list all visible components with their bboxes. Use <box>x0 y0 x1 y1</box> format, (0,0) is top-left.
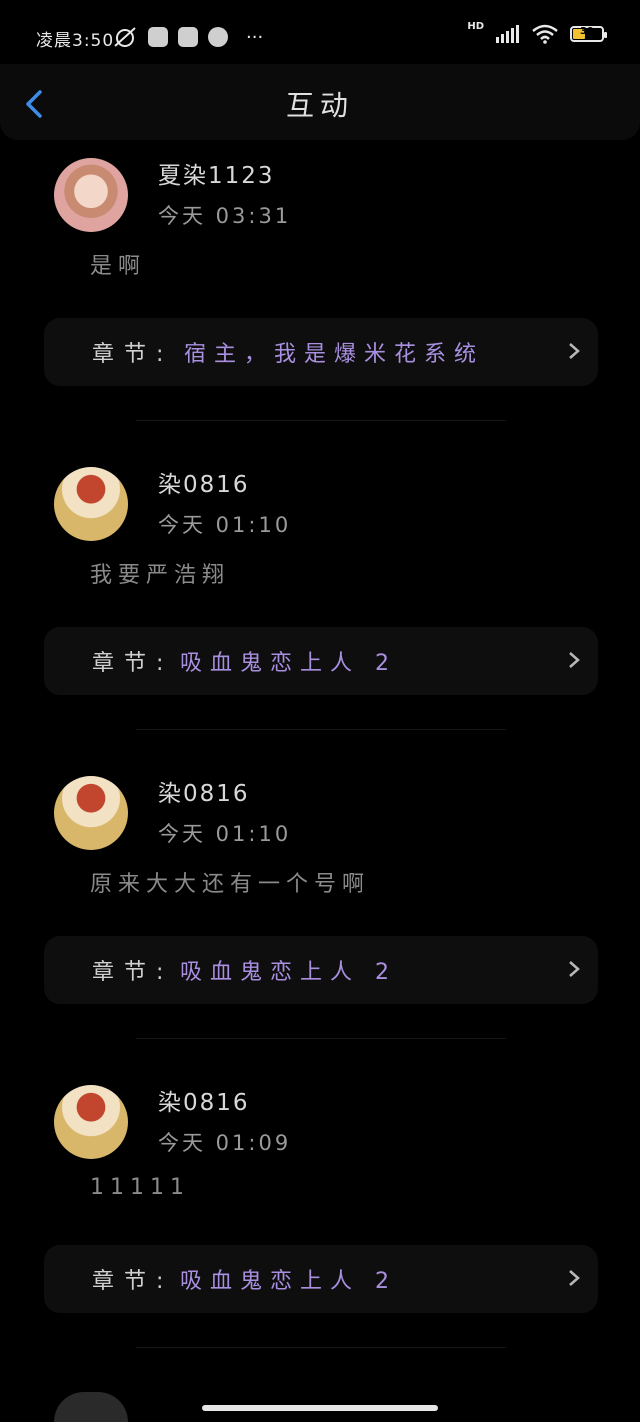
wifi-icon <box>532 24 558 44</box>
comment-text: 我要严浩翔 <box>90 563 231 588</box>
comment-time: 今天 01:09 <box>158 1131 292 1155</box>
tiktok-icon <box>208 27 228 47</box>
divider <box>136 1038 506 1039</box>
signal-icon <box>496 25 519 43</box>
divider <box>136 1347 506 1348</box>
chapter-prefix: 章节: <box>92 651 174 676</box>
divider <box>136 729 506 730</box>
chevron-right-icon <box>569 652 580 668</box>
home-indicator[interactable] <box>202 1405 438 1411</box>
status-time: 凌晨3:50 <box>36 31 115 51</box>
avatar[interactable] <box>54 1392 128 1422</box>
comment-time: 今天 01:10 <box>158 513 292 537</box>
chevron-right-icon <box>569 343 580 359</box>
status-right: HD 39 <box>467 20 607 44</box>
chapter-title: 吸血鬼恋上人 2 <box>180 960 397 985</box>
chevron-right-icon <box>569 961 580 977</box>
divider <box>136 420 506 421</box>
battery-icon: 39 <box>570 26 607 42</box>
avatar[interactable] <box>54 1085 128 1159</box>
username[interactable]: 夏染1123 <box>158 156 275 190</box>
chapter-prefix: 章节: <box>92 342 174 367</box>
chapter-prefix: 章节: <box>92 960 174 985</box>
avatar[interactable] <box>54 467 128 541</box>
list-item[interactable]: 夏染1123 今天 03:31 是啊 章节: 宿主，我是爆米花系统 <box>0 150 640 459</box>
list-item[interactable]: 染0816 今天 01:10 我要严浩翔 章节: 吸血鬼恋上人 2 <box>0 459 640 768</box>
chevron-right-icon <box>569 1270 580 1286</box>
chapter-link[interactable]: 章节: 吸血鬼恋上人 2 <box>44 1245 598 1313</box>
username[interactable]: 染0816 <box>158 774 250 808</box>
avatar[interactable] <box>54 776 128 850</box>
hd-badge: HD <box>467 20 484 32</box>
comment-time: 今天 01:10 <box>158 822 292 846</box>
top-app-bar: 互动 <box>0 64 640 140</box>
comment-text: 原来大大还有一个号啊 <box>90 872 371 897</box>
comment-time: 今天 03:31 <box>158 204 292 228</box>
avatar[interactable] <box>54 158 128 232</box>
username[interactable]: 染0816 <box>158 465 250 499</box>
chapter-link[interactable]: 章节: 吸血鬼恋上人 2 <box>44 936 598 1004</box>
status-bar: 凌晨3:50 ··· HD 39 <box>0 0 640 72</box>
app-notification-icon <box>178 27 198 47</box>
page-title: 互动 <box>285 89 354 122</box>
app-notification-icon <box>148 27 168 47</box>
comment-text: 11111 <box>90 1175 190 1200</box>
list-item[interactable]: 染0816 今天 01:09 11111 章节: 吸血鬼恋上人 2 <box>0 1077 640 1386</box>
chapter-prefix: 章节: <box>92 1269 174 1294</box>
alarm-off-icon <box>114 27 136 47</box>
chapter-link[interactable]: 章节: 吸血鬼恋上人 2 <box>44 627 598 695</box>
chapter-link[interactable]: 章节: 宿主，我是爆米花系统 <box>44 318 598 386</box>
username[interactable]: 染0816 <box>158 1083 250 1117</box>
battery-percent: 39 <box>580 26 594 37</box>
chapter-title: 宿主，我是爆米花系统 <box>184 342 485 367</box>
comment-text: 是啊 <box>90 254 147 279</box>
list-item[interactable]: 染0816 今天 01:10 原来大大还有一个号啊 章节: 吸血鬼恋上人 2 <box>0 768 640 1077</box>
more-notifications-icon: ··· <box>246 26 264 48</box>
chapter-title: 吸血鬼恋上人 2 <box>180 1269 397 1294</box>
chapter-title: 吸血鬼恋上人 2 <box>180 651 397 676</box>
notification-icons: ··· <box>112 26 263 48</box>
